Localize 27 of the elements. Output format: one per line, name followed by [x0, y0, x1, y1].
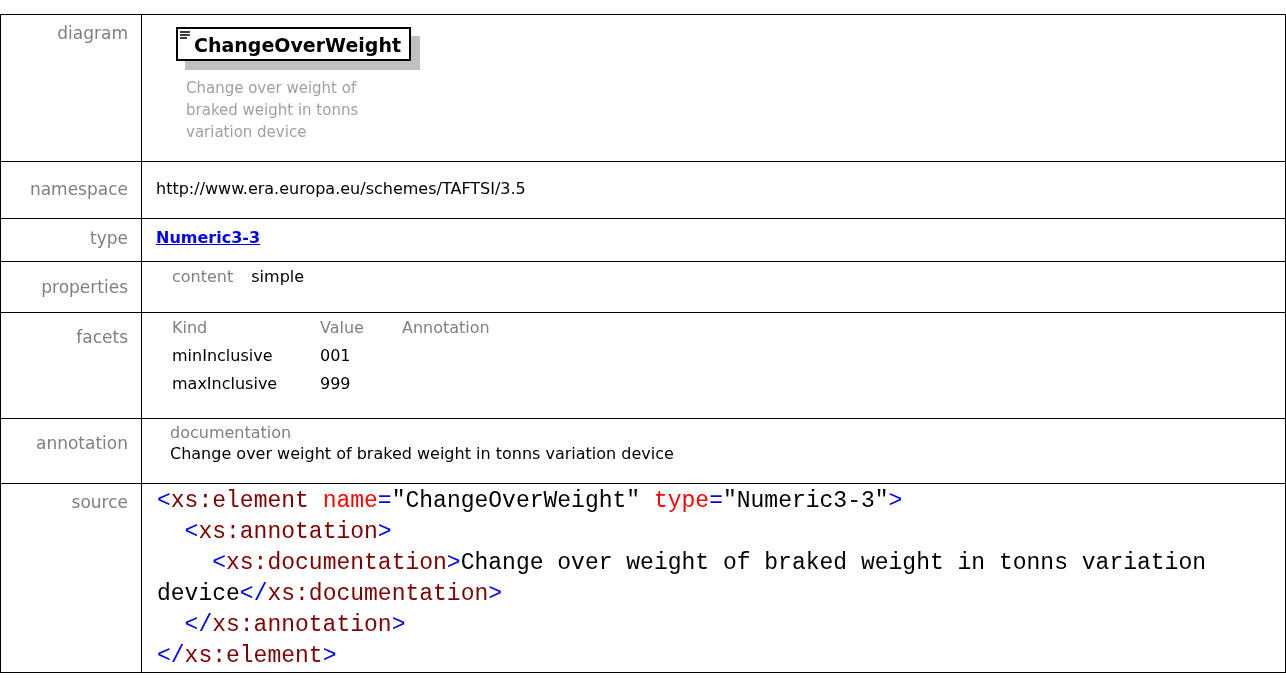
type-link[interactable]: Numeric3-3 [156, 228, 261, 247]
element-description: Change over weight of braked weight in tonns variation device [186, 78, 360, 143]
row-label: source [71, 492, 128, 512]
row-label: namespace [29, 179, 128, 199]
namespace-value: http://www.era.europa.eu/schemes/TAFTSI/3.5 [156, 179, 526, 198]
lines-icon [180, 31, 190, 39]
source-line: <xs:annotation> [183, 518, 393, 547]
column-header: Kind [172, 318, 209, 337]
facet-kind: maxInclusive [172, 373, 279, 393]
source-line: <xs:element name="ChangeOverWeight" type="Numeric3-3"> [157, 487, 904, 516]
source-line: </xs:annotation> [183, 611, 407, 640]
row-label: facets [76, 327, 128, 347]
property-key: content [172, 267, 234, 286]
source-line: <xs:documentation>Change over weight of braked weight in tonns variation device</xs:documentation> [157, 549, 1207, 609]
facet-value: 999 [320, 373, 352, 393]
row-label: type [90, 228, 128, 248]
facet-kind: minInclusive [172, 345, 274, 365]
column-header: Value [320, 318, 365, 337]
annotation-text: Change over weight of braked weight in tonns variation device [170, 444, 674, 463]
annotation-heading: documentation [170, 423, 292, 442]
row-label: diagram [57, 23, 128, 43]
facet-value: 001 [320, 345, 352, 365]
property-value: simple [251, 267, 305, 286]
row-label: properties [41, 277, 128, 297]
column-header: Annotation [402, 318, 490, 337]
row-label: annotation [36, 433, 128, 453]
source-line: </xs:element> [157, 642, 338, 671]
